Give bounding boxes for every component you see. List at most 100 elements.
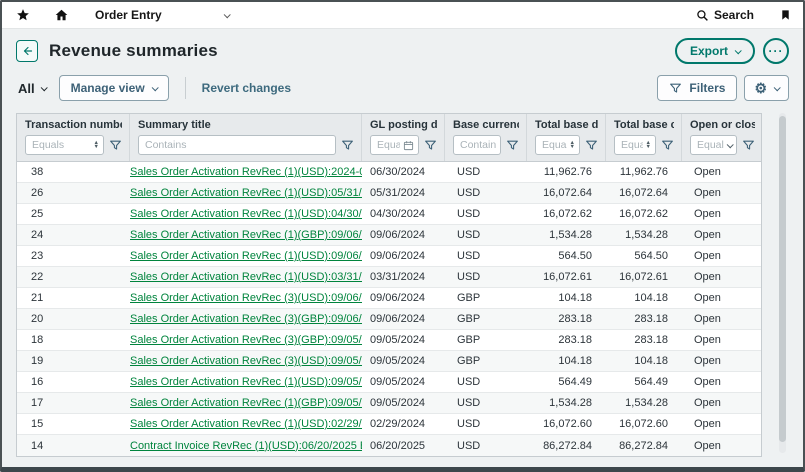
total-base-debit-cell: 104.18 <box>527 355 606 367</box>
filter-text-control[interactable] <box>138 135 336 155</box>
column-header-base-currency: Base currency <box>445 114 527 161</box>
table-row: 25Sales Order Activation RevRec (1)(USD)… <box>17 204 761 225</box>
summary-title-link[interactable]: Sales Order Activation RevRec (3)(USD):0… <box>130 355 362 367</box>
summary-title-link[interactable]: Sales Order Activation RevRec (1)(USD):0… <box>130 208 362 220</box>
filter-select-control[interactable]: Equals▲▼ <box>25 135 104 155</box>
filter-select-control[interactable]: Equals▲▼ <box>614 135 656 155</box>
summary-title-cell: Sales Order Activation RevRec (1)(USD):0… <box>130 250 362 262</box>
filter-funnel-icon[interactable] <box>109 139 122 152</box>
gl-posting-date-cell: 02/29/2024 <box>362 418 445 430</box>
favorites-star-icon[interactable] <box>16 8 30 22</box>
column-sort-label[interactable]: Open or closed <box>690 119 755 131</box>
filter-select-control[interactable]: Equals▲▼ <box>535 135 580 155</box>
base-currency-cell: USD <box>445 166 527 178</box>
summary-title-link[interactable]: Sales Order Activation RevRec (1)(USD):0… <box>130 250 362 262</box>
base-currency-cell: USD <box>445 418 527 430</box>
manage-view-label: Manage view <box>71 81 145 95</box>
column-sort-label[interactable]: GL posting date <box>370 119 437 131</box>
filter-input[interactable] <box>377 139 400 151</box>
total-base-credit-cell: 564.49 <box>606 376 682 388</box>
total-base-debit-cell: 283.18 <box>527 334 606 346</box>
column-sort-label[interactable]: Transaction number <box>25 119 122 131</box>
vertical-scrollbar[interactable] <box>779 113 786 453</box>
export-label: Export <box>690 44 728 58</box>
summary-title-link[interactable]: Sales Order Activation RevRec (1)(USD):0… <box>130 187 362 199</box>
chevron-down-icon <box>727 141 734 148</box>
home-icon[interactable] <box>54 8 69 22</box>
summary-title-link[interactable]: Sales Order Activation RevRec (1)(GBP):0… <box>130 229 362 241</box>
base-currency-cell: USD <box>445 250 527 262</box>
total-base-debit-cell: 16,072.62 <box>527 208 606 220</box>
filter-input[interactable] <box>460 139 496 151</box>
total-base-credit-cell: 86,272.84 <box>606 440 682 452</box>
summary-title-link[interactable]: Sales Order Activation RevRec (1)(USD):2… <box>130 166 362 178</box>
summary-title-link[interactable]: Sales Order Activation RevRec (1)(USD):0… <box>130 376 362 388</box>
summary-title-cell: Sales Order Activation RevRec (1)(USD):0… <box>130 208 362 220</box>
table-row: 21Sales Order Activation RevRec (3)(USD)… <box>17 288 761 309</box>
summary-title-link[interactable]: Contract Invoice RevRec (1)(USD):06/20/2… <box>130 440 362 452</box>
back-button[interactable] <box>16 40 38 62</box>
global-search[interactable]: Search <box>696 8 754 22</box>
total-base-debit-cell: 16,072.64 <box>527 187 606 199</box>
transaction-number-cell: 38 <box>17 166 130 178</box>
filter-select-value: Equals <box>697 139 724 151</box>
gl-posting-date-cell: 09/05/2024 <box>362 397 445 409</box>
filter-funnel-icon[interactable] <box>585 139 598 152</box>
filter-select-chevron-control[interactable]: Equals <box>690 135 737 155</box>
module-selector[interactable]: Order Entry <box>95 8 229 22</box>
total-base-debit-cell: 1,534.28 <box>527 229 606 241</box>
gl-posting-date-cell: 04/30/2024 <box>362 208 445 220</box>
filter-funnel-icon[interactable] <box>661 139 674 152</box>
column-sort-label[interactable]: Summary title <box>138 119 354 131</box>
revert-changes-link[interactable]: Revert changes <box>202 81 291 95</box>
filter-funnel-icon[interactable] <box>424 139 437 152</box>
export-button[interactable]: Export <box>675 38 755 64</box>
chevron-down-icon <box>223 11 230 18</box>
filter-funnel-icon[interactable] <box>341 139 354 152</box>
column-header-summary-title: Summary title <box>130 114 362 161</box>
table-body: 38Sales Order Activation RevRec (1)(USD)… <box>17 162 761 456</box>
total-base-debit-cell: 1,534.28 <box>527 397 606 409</box>
summary-title-link[interactable]: Sales Order Activation RevRec (3)(GBP):0… <box>130 313 362 325</box>
column-sort-label[interactable]: Total base credit <box>614 119 674 131</box>
filter-funnel-icon[interactable] <box>506 139 519 152</box>
table-settings-button[interactable]: ⚙ <box>744 75 789 101</box>
base-currency-cell: GBP <box>445 313 527 325</box>
total-base-debit-cell: 16,072.60 <box>527 418 606 430</box>
view-scope-dropdown[interactable]: All <box>18 81 46 96</box>
summary-title-cell: Sales Order Activation RevRec (1)(USD):0… <box>130 418 362 430</box>
summary-title-cell: Contract Invoice RevRec (1)(USD):06/20/2… <box>130 440 362 452</box>
view-scope-label: All <box>18 81 35 96</box>
total-base-debit-cell: 564.50 <box>527 250 606 262</box>
column-header-total-base-credit: Total base credit Equals▲▼ <box>606 114 682 161</box>
summary-title-link[interactable]: Sales Order Activation RevRec (1)(USD):0… <box>130 418 362 430</box>
filter-select-value: Equals <box>32 139 91 151</box>
view-toolbar: All Manage view Revert changes Filters ⚙ <box>16 69 789 113</box>
base-currency-cell: USD <box>445 271 527 283</box>
table-row: 24Sales Order Activation RevRec (1)(GBP)… <box>17 225 761 246</box>
manage-view-button[interactable]: Manage view <box>59 75 169 101</box>
filters-label: Filters <box>689 81 725 95</box>
total-base-credit-cell: 564.50 <box>606 250 682 262</box>
filter-input[interactable] <box>145 139 331 151</box>
column-sort-label[interactable]: Total base debit <box>535 119 598 131</box>
calendar-icon[interactable] <box>403 140 414 151</box>
summary-title-cell: Sales Order Activation RevRec (3)(USD):0… <box>130 355 362 367</box>
filter-text-control[interactable] <box>453 135 501 155</box>
filters-button[interactable]: Filters <box>657 75 737 101</box>
filter-funnel-icon[interactable] <box>742 139 755 152</box>
column-sort-label[interactable]: Base currency <box>453 119 519 131</box>
filter-date-control[interactable] <box>370 135 419 155</box>
transaction-number-cell: 25 <box>17 208 130 220</box>
bookmark-icon[interactable] <box>780 8 791 22</box>
open-or-closed-cell: Open <box>682 208 762 220</box>
open-or-closed-cell: Open <box>682 376 762 388</box>
scrollbar-thumb[interactable] <box>779 116 786 442</box>
summary-title-link[interactable]: Sales Order Activation RevRec (3)(GBP):0… <box>130 334 362 346</box>
summary-title-link[interactable]: Sales Order Activation RevRec (3)(USD):0… <box>130 292 362 304</box>
more-actions-button[interactable]: ··· <box>763 38 789 64</box>
summary-title-link[interactable]: Sales Order Activation RevRec (1)(USD):0… <box>130 271 362 283</box>
gl-posting-date-cell: 09/05/2024 <box>362 376 445 388</box>
open-or-closed-cell: Open <box>682 166 762 178</box>
summary-title-link[interactable]: Sales Order Activation RevRec (1)(GBP):0… <box>130 397 362 409</box>
